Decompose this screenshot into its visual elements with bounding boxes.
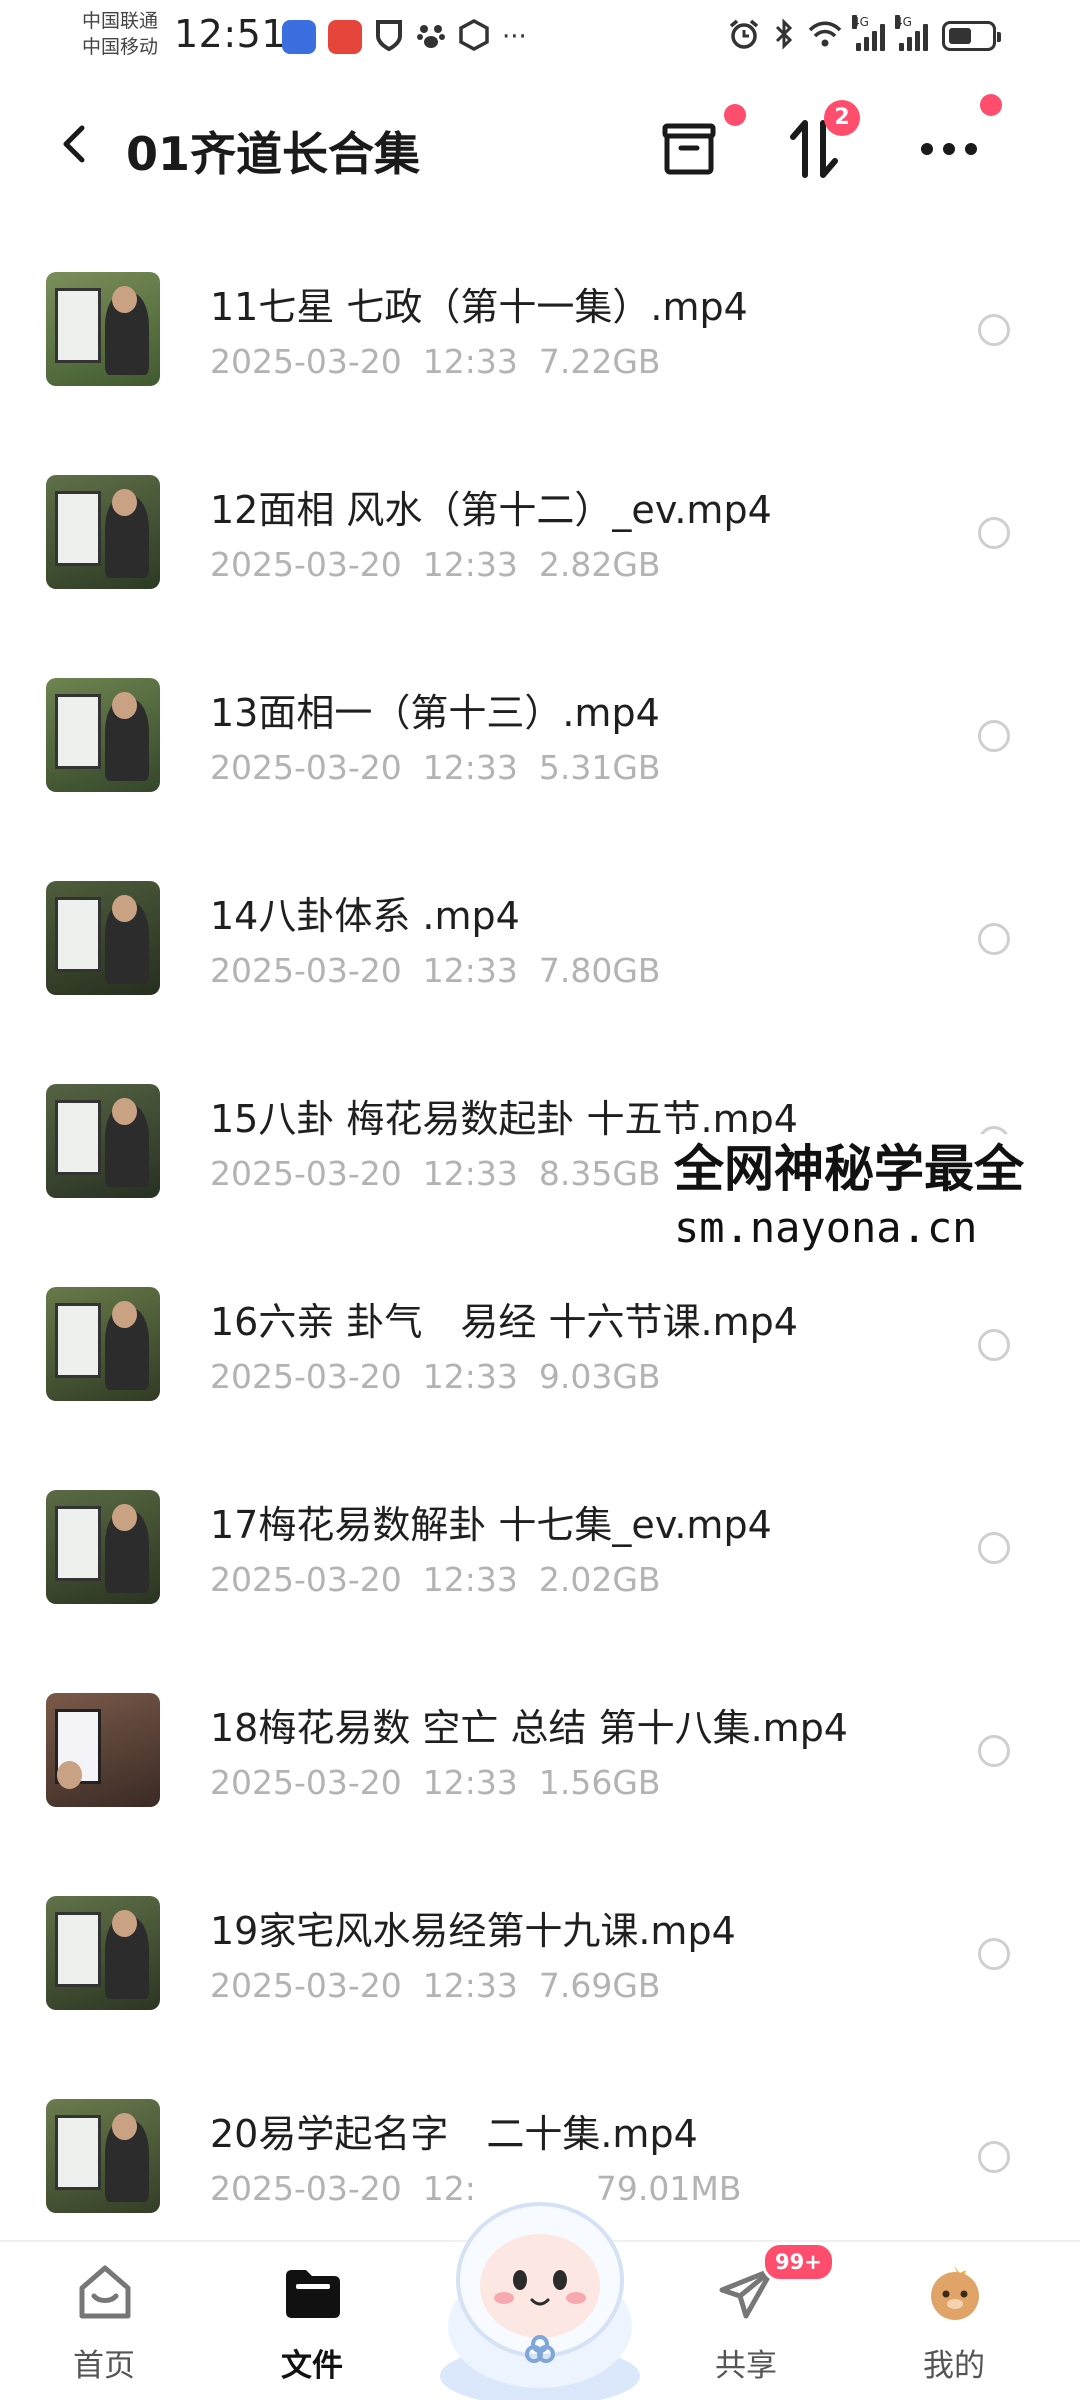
carrier-labels: 中国联通 中国移动: [82, 8, 158, 60]
video-thumbnail: [46, 2099, 160, 2213]
video-thumbnail: [46, 1287, 160, 1401]
page-title: 01齐道长合集: [126, 127, 421, 181]
video-thumbnail: [46, 272, 160, 386]
file-name: 19家宅风水易经第十九课.mp4: [210, 1909, 736, 1953]
video-thumbnail: [46, 881, 160, 995]
select-radio[interactable]: [978, 720, 1010, 752]
file-name: 14八卦体系 .mp4: [210, 894, 520, 938]
sort-button[interactable]: 2: [770, 100, 860, 194]
folder-icon: [286, 2270, 340, 2318]
system-status: 4G 4G: [728, 15, 1001, 54]
share-count-badge: 99+: [762, 2242, 835, 2282]
signal-2-icon: 4G: [895, 15, 928, 51]
file-name: 20易学起名字 二十集.mp4: [210, 2112, 698, 2156]
file-meta: 2025-03-20 12:33 7.69GB: [210, 1966, 661, 2005]
more-notifications-icon: ···: [502, 22, 527, 52]
nav-mine[interactable]: 我的: [884, 2262, 1024, 2392]
back-button[interactable]: [44, 114, 104, 174]
file-meta: 2025-03-20 12:33 7.22GB: [210, 342, 661, 381]
nav-share[interactable]: 99+ 共享: [676, 2242, 835, 2392]
video-thumbnail: [46, 1084, 160, 1198]
more-dots-icon: [921, 143, 977, 155]
list-item[interactable]: 18梅花易数 空亡 总结 第十八集.mp4 2025-03-20 12:33 1…: [0, 1651, 1080, 1854]
list-item[interactable]: 11七星 七政（第十一集）.mp4 2025-03-20 12:33 7.22G…: [0, 230, 1080, 433]
more-options-button[interactable]: [904, 94, 1002, 194]
wifi-icon: [808, 20, 842, 52]
status-bar: 中国联通 中国移动 12:51 ··· 4G 4G: [0, 0, 1080, 72]
shield-icon: [374, 18, 404, 56]
select-radio[interactable]: [978, 1329, 1010, 1361]
select-radio[interactable]: [978, 2141, 1010, 2173]
alarm-icon: [728, 18, 760, 54]
nav-home-label: 首页: [73, 2348, 135, 2384]
file-name: 11七星 七政（第十一集）.mp4: [210, 285, 748, 329]
file-meta: 2025-03-20 12:33 2.82GB: [210, 545, 661, 584]
battery-icon: [942, 21, 1001, 51]
list-item[interactable]: 14八卦体系 .mp4 2025-03-20 12:33 7.80GB: [0, 839, 1080, 1042]
notification-dot: [724, 104, 746, 126]
watermark-overlay: 全网神秘学最全 sm.nayona.cn: [664, 1134, 1034, 1262]
nav-mine-label: 我的: [923, 2348, 985, 2384]
sort-count-badge: 2: [824, 100, 860, 136]
file-name: 12面相 风水（第十二）_ev.mp4: [210, 488, 772, 532]
select-radio[interactable]: [978, 314, 1010, 346]
video-thumbnail: [46, 475, 160, 589]
mascot-icon: [440, 2202, 640, 2400]
carrier-1: 中国联通: [82, 10, 159, 32]
notification-dot: [980, 94, 1002, 116]
select-radio[interactable]: [978, 1532, 1010, 1564]
file-meta: 2025-03-20 12:33 5.31GB: [210, 748, 661, 787]
list-item[interactable]: 13面相一（第十三）.mp4 2025-03-20 12:33 5.31GB: [0, 636, 1080, 839]
list-item[interactable]: 19家宅风水易经第十九课.mp4 2025-03-20 12:33 7.69GB: [0, 1854, 1080, 2057]
select-radio[interactable]: [978, 1735, 1010, 1767]
archive-box-icon: [662, 123, 716, 175]
chevron-left-icon: [63, 125, 85, 163]
file-name: 17梅花易数解卦 十七集_ev.mp4: [210, 1503, 772, 1547]
notification-icons: ···: [282, 18, 527, 56]
bluetooth-icon: [774, 18, 794, 54]
file-name: 13面相一（第十三）.mp4: [210, 691, 660, 735]
nav-home[interactable]: 首页: [34, 2262, 174, 2392]
signal-1-icon: 4G: [852, 15, 885, 51]
file-name: 18梅花易数 空亡 总结 第十八集.mp4: [210, 1706, 848, 1750]
app-notification-icon: [282, 20, 316, 54]
paw-icon: [416, 20, 446, 54]
file-name: 16六亲 卦气 易经 十六节课.mp4: [210, 1300, 798, 1344]
file-meta: 2025-03-20 12:33 1.56GB: [210, 1763, 661, 1802]
carrier-2: 中国移动: [82, 36, 159, 58]
video-thumbnail: [46, 1896, 160, 2010]
nav-share-label: 共享: [715, 2348, 777, 2384]
assistant-mascot-button[interactable]: [428, 2176, 652, 2400]
list-item[interactable]: 16六亲 卦气 易经 十六节课.mp4 2025-03-20 12:33 9.0…: [0, 1245, 1080, 1448]
file-meta: 2025-03-20 12:33 9.03GB: [210, 1357, 661, 1396]
top-bar: 01齐道长合集 2: [0, 90, 1080, 200]
battery-level: [949, 28, 971, 44]
app-screen: 中国联通 中国移动 12:51 ··· 4G 4G 01齐道长合集 2 11七星…: [0, 0, 1080, 2400]
list-item[interactable]: 17梅花易数解卦 十七集_ev.mp4 2025-03-20 12:33 2.0…: [0, 1448, 1080, 1651]
file-meta: 2025-03-20 12:33 2.02GB: [210, 1560, 661, 1599]
select-radio[interactable]: [978, 923, 1010, 955]
list-item[interactable]: 12面相 风水（第十二）_ev.mp4 2025-03-20 12:33 2.8…: [0, 433, 1080, 636]
file-meta: 2025-03-20 12:33 7.80GB: [210, 951, 661, 990]
video-thumbnail: [46, 678, 160, 792]
transfer-list-button[interactable]: [644, 104, 746, 194]
watermark-line-1: 全网神秘学最全: [674, 1140, 1024, 1198]
watermark-line-2: sm.nayona.cn: [674, 1203, 978, 1252]
app-notification-icon: [328, 20, 362, 54]
hexagon-icon: [458, 19, 490, 55]
select-radio[interactable]: [978, 517, 1010, 549]
status-time: 12:51: [174, 12, 287, 56]
video-thumbnail: [46, 1693, 160, 1807]
home-icon: [79, 2265, 131, 2319]
nav-files-label: 文件: [281, 2348, 343, 2384]
nav-files[interactable]: 文件: [242, 2262, 382, 2392]
select-radio[interactable]: [978, 1938, 1010, 1970]
file-meta: 2025-03-20 12:33 8.35GB: [210, 1154, 661, 1193]
avatar-icon: [931, 2266, 979, 2320]
video-thumbnail: [46, 1490, 160, 1604]
